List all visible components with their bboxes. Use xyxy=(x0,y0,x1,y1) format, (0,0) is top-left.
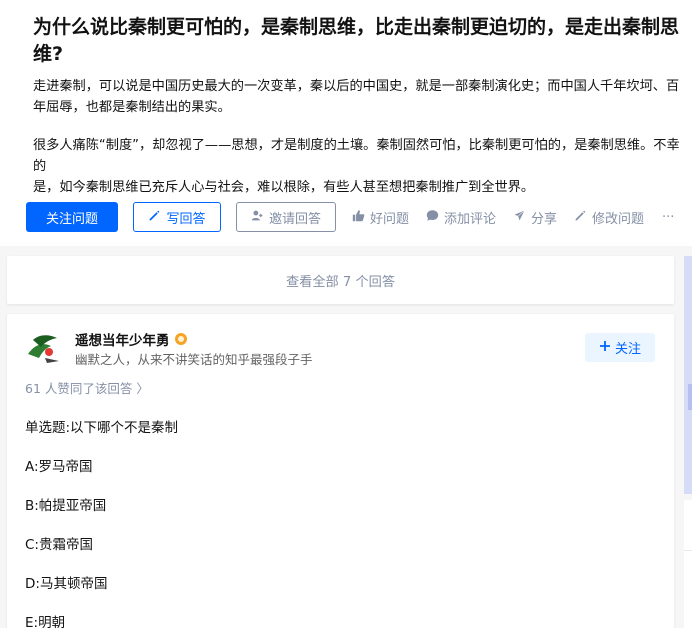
answer-paragraph: A:罗马帝国 xyxy=(25,459,93,475)
more-options-button[interactable]: ··· xyxy=(662,202,674,232)
avatar[interactable] xyxy=(25,328,63,366)
thumbs-up-icon xyxy=(352,209,365,226)
edit-question-label: 修改问题 xyxy=(592,211,645,227)
author-bio: 幽默之人，从来不讲笑话的知乎最强段子手 xyxy=(75,352,313,367)
view-all-label: 查看全部 7 个回答 xyxy=(285,274,396,290)
question-detail-paragraph-1: 走进秦制，可以说是中国历史最大的一次变革，秦以后的中国史，就是一部秦制演化史；而… xyxy=(33,76,683,118)
answer-paragraph: B:帕提亚帝国 xyxy=(25,498,107,514)
answer-paragraph: E:明朝 xyxy=(25,615,66,628)
sidebar-banner-accent xyxy=(688,384,692,410)
view-all-answers-button[interactable]: 查看全部 7 个回答 xyxy=(7,256,674,304)
question-actions: 关注问题 写回答 邀请回答 好问题 添加评论 分享 修改问题 ··· xyxy=(26,202,692,232)
question-detail-line: 很多人痛陈“制度”，却忽视了——思想，才是制度的土壤。秦制固然可怕，比秦制更可怕… xyxy=(33,138,680,174)
question-detail-line: 走进秦制，可以说是中国历史最大的一次变革，秦以后的中国史，就是一部秦制演化史；而… xyxy=(33,79,680,94)
edit-question-button[interactable]: 修改问题 xyxy=(574,202,644,232)
invite-answer-button[interactable]: 邀请回答 xyxy=(236,202,336,232)
invite-icon xyxy=(251,209,264,226)
answer-paragraph: 单选题:以下哪个不是秦制 xyxy=(25,420,179,436)
answer-paragraph: D:马其顿帝国 xyxy=(25,576,108,592)
author-name-text: 遥想当年少年勇 xyxy=(75,333,170,349)
answer-card: 遥想当年少年勇 幽默之人，从来不讲笑话的知乎最强段子手 关注 61 人赞同了该回… xyxy=(7,314,674,628)
write-answer-button[interactable]: 写回答 xyxy=(133,202,221,232)
follow-question-label: 关注问题 xyxy=(45,211,98,227)
write-answer-label: 写回答 xyxy=(166,211,206,227)
good-question-button[interactable]: 好问题 xyxy=(352,202,409,232)
author-name[interactable]: 遥想当年少年勇 xyxy=(75,329,187,349)
share-button[interactable]: 分享 xyxy=(512,202,558,232)
edit-pencil-icon xyxy=(574,209,587,226)
share-label: 分享 xyxy=(531,211,558,227)
follow-author-label: 关注 xyxy=(614,342,641,357)
pencil-icon xyxy=(148,209,161,226)
question-detail-line: 是，如今秦制思维已充斥人心与社会，难以根除，有些人甚至想把秦制推广到全世界。 xyxy=(33,180,535,195)
answer-paragraph: C:贵霜帝国 xyxy=(25,537,93,553)
plus-icon xyxy=(599,340,611,356)
follow-author-button[interactable]: 关注 xyxy=(585,333,655,362)
more-label: ··· xyxy=(662,209,675,225)
add-comment-button[interactable]: 添加评论 xyxy=(426,202,496,232)
voters-link[interactable]: 61 人赞同了该回答 〉 xyxy=(25,378,149,397)
sidebar-banner[interactable] xyxy=(684,256,692,494)
question-header: 为什么说比秦制更可怕的，是秦制思维，比走出秦制更迫切的，是走出秦制思维? 走进秦… xyxy=(0,0,692,246)
badge-icon xyxy=(174,333,187,345)
question-detail-line: 年屈辱，也都是秦制结出的果实。 xyxy=(33,100,231,115)
question-title[interactable]: 为什么说比秦制更可怕的，是秦制思维，比走出秦制更迫切的，是走出秦制思维? xyxy=(33,14,683,68)
follow-question-button[interactable]: 关注问题 xyxy=(26,202,118,232)
add-comment-label: 添加评论 xyxy=(444,211,497,227)
question-detail-paragraph-2: 很多人痛陈“制度”，却忽视了——思想，才是制度的土壤。秦制固然可怕，比秦制更可怕… xyxy=(33,135,683,198)
share-icon xyxy=(512,208,526,226)
good-question-label: 好问题 xyxy=(370,211,410,227)
invite-answer-label: 邀请回答 xyxy=(268,211,321,227)
divider xyxy=(684,550,692,551)
sidebar-card xyxy=(684,500,692,628)
comment-bubble-icon xyxy=(426,209,439,226)
